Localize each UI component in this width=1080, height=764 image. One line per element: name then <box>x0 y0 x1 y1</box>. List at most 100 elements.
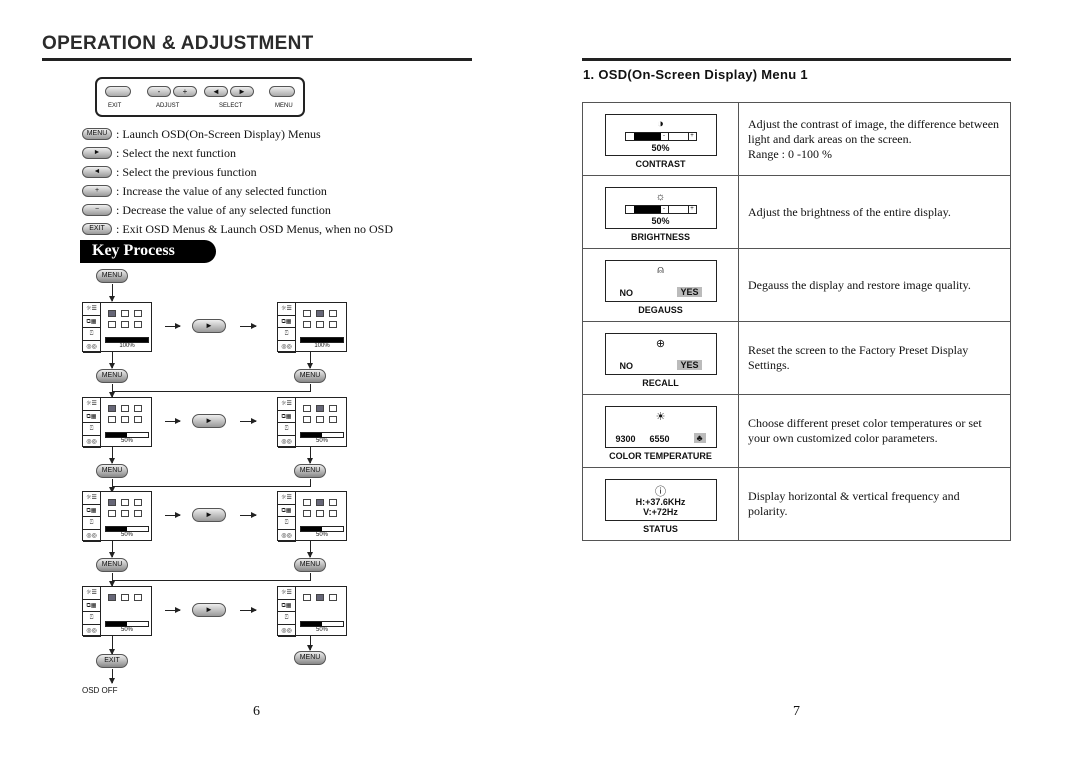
table-row: ◑ - +50% CONTRAST Adjust the contrast of ima… <box>582 102 1011 176</box>
menu-key[interactable]: MENU <box>294 464 326 478</box>
minus-button[interactable]: - <box>147 86 171 97</box>
exit-key[interactable]: EXIT <box>96 654 128 668</box>
menu-key[interactable]: MENU <box>96 464 128 478</box>
page-number-right: 7 <box>793 704 800 719</box>
adjust-label: ADJUST <box>156 103 180 109</box>
option-no: NO <box>619 360 634 371</box>
osd-tab-icon: ☼☰ <box>278 492 295 505</box>
osd-screen: ☼☰ ⧉▦ ⍞ ◎◎ 50% <box>82 491 152 542</box>
osd-function-icon <box>329 310 337 317</box>
play-next-button[interactable]: ► <box>192 414 226 428</box>
osd-slider-fill <box>106 622 127 626</box>
osd-function-icon <box>329 321 337 328</box>
exit-button[interactable] <box>105 86 131 97</box>
return-line <box>112 486 311 487</box>
osd-tab-icon: ⧉▦ <box>278 600 295 612</box>
osd-function-icon <box>134 594 142 601</box>
menu-key[interactable]: MENU <box>96 269 128 283</box>
legend-text: : Select the previous function <box>116 164 257 179</box>
osd-preview-cell: ◑ - +50% CONTRAST <box>582 102 739 176</box>
osd-screen: ☼☰ ⧉▦ ⍞ ◎◎ 50% <box>82 397 152 448</box>
osd-screen: ☼☰ ⧉▦ ⍞ ◎◎ 100% <box>277 302 347 353</box>
menu-key[interactable]: MENU <box>294 558 326 572</box>
osd-tab-icon: ◎◎ <box>278 341 295 353</box>
flow-arrow <box>307 447 313 464</box>
option-yes: YES <box>677 286 702 297</box>
osd-tab-icon: ☼☰ <box>278 303 295 316</box>
key-4-button: − <box>82 204 112 216</box>
osd-percent: 100% <box>314 343 330 349</box>
menu-label: MENU <box>275 103 293 109</box>
osd-function-icon <box>303 594 311 601</box>
flow-arrow <box>109 384 115 398</box>
table-row: ☀ 9300 6550 ♣ COLOR TEMPERATURE Choose differ… <box>582 394 1011 468</box>
legend-text: : Increase the value of any selected fun… <box>116 183 327 198</box>
left-button[interactable]: ◄ <box>204 86 228 97</box>
play-next-button[interactable]: ► <box>192 319 226 333</box>
plus-icon: + <box>687 132 696 140</box>
key-0-button: MENU <box>82 128 112 140</box>
osd-caption: BRIGHTNESS <box>630 231 690 242</box>
osd-function-icon <box>303 416 311 423</box>
menu-key[interactable]: MENU <box>96 369 128 383</box>
osd-value: 50% <box>651 142 670 153</box>
osd-function-icon <box>108 499 116 506</box>
menu-key[interactable]: MENU <box>294 369 326 383</box>
osd-tab-icon: ☼☰ <box>278 398 295 411</box>
key-3-button: + <box>82 185 112 197</box>
flow-arrow <box>109 352 115 369</box>
plus-button[interactable]: + <box>173 86 197 97</box>
flow-arrow <box>109 541 115 558</box>
osd-function-icon <box>303 310 311 317</box>
osd-slider-fill <box>301 527 322 531</box>
play-next-button[interactable]: ► <box>192 603 226 617</box>
menu-key[interactable]: MENU <box>294 651 326 665</box>
key-1-button: ► <box>82 147 112 159</box>
flow-arrow <box>109 284 115 302</box>
osd-tab-icon: ◎◎ <box>278 530 295 542</box>
osd-function-icon <box>303 510 311 517</box>
flow-line <box>310 479 311 486</box>
osd-caption: RECALL <box>642 377 679 388</box>
osd-tab-icon: ⧉▦ <box>83 316 100 328</box>
osd-percent: 50% <box>120 627 133 633</box>
play-next-button[interactable]: ► <box>192 508 226 522</box>
osd-slider-fill <box>106 338 148 342</box>
legend-text: : Select the next function <box>116 145 236 160</box>
osd-caption: COLOR TEMPERATURE <box>609 450 712 461</box>
osd-slider-fill <box>301 338 343 342</box>
osd-screen: ☼☰ ⧉▦ ⍞ ◎◎ 50% <box>82 586 152 637</box>
osd-function-icon <box>134 510 142 517</box>
osd-screen: ☼☰ ⧉▦ ⍞ ◎◎ 50% <box>277 491 347 542</box>
osd-preview: ⊕ NO YES <box>604 332 717 375</box>
flow-line <box>310 573 311 580</box>
osd-preview-cell: ⊕ NO YES RECALL <box>582 321 739 395</box>
osd-tab-icon: ☼☰ <box>83 398 100 411</box>
osd-tab-icon: ⍞ <box>83 328 100 341</box>
section-rule <box>582 58 1011 61</box>
osd-slider-fill <box>301 622 322 626</box>
next-arrow <box>165 512 181 518</box>
key-2-button: ◄ <box>82 166 112 178</box>
menu-button[interactable] <box>269 86 295 97</box>
right-button[interactable]: ► <box>230 86 254 97</box>
osd-tab-icon: ◎◎ <box>278 625 295 637</box>
osd-preview-cell: ☀ 9300 6550 ♣ COLOR TEMPERATURE <box>582 394 739 468</box>
flow-arrow <box>109 447 115 464</box>
osd-function-icon <box>316 405 324 412</box>
osd-preview: ☀ 9300 6550 ♣ <box>604 405 717 448</box>
osd-tab-icon: ☼☰ <box>83 303 100 316</box>
next-arrow <box>165 323 181 329</box>
osd-tab-column: ☼☰ ⧉▦ ⍞ ◎◎ <box>278 587 296 637</box>
osd-function-icon <box>121 499 129 506</box>
osd-function-icon <box>316 499 324 506</box>
next-arrow <box>240 418 257 424</box>
osd-slider: - + <box>624 131 697 141</box>
next-arrow <box>165 607 181 613</box>
description-cell: Reset the screen to the Factory Preset D… <box>738 321 1011 395</box>
flow-line <box>310 384 311 391</box>
description: Choose different preset color temperatur… <box>748 416 982 445</box>
osd-tab-column: ☼☰ ⧉▦ ⍞ ◎◎ <box>83 398 101 448</box>
key-process-heading: Key Process <box>80 240 216 263</box>
menu-key[interactable]: MENU <box>96 558 128 572</box>
